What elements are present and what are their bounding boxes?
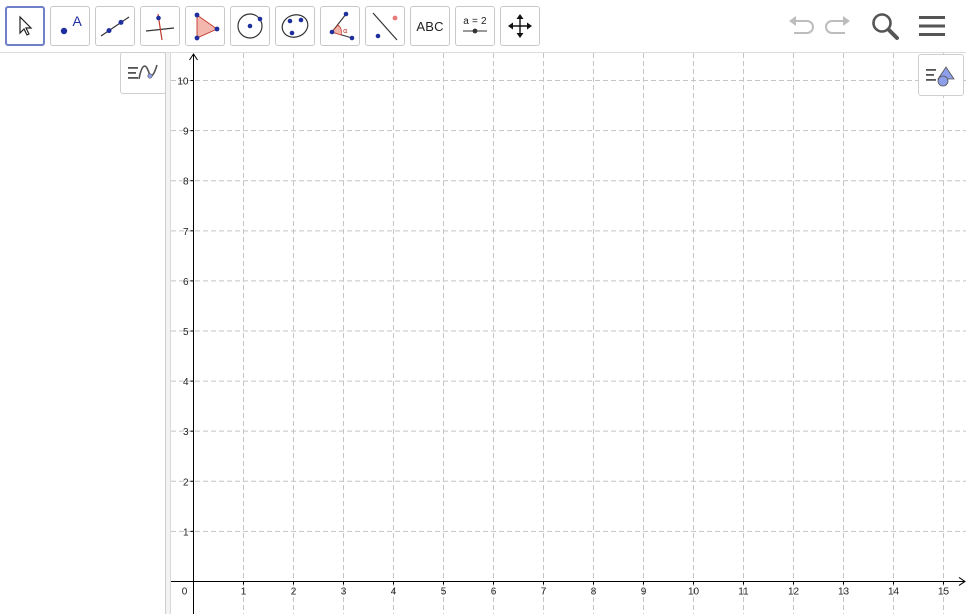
y-tick-label: 2 xyxy=(183,477,189,488)
undo-icon xyxy=(789,16,814,34)
text-tool-label: ABC xyxy=(416,18,444,34)
algebra-style-bar-icon xyxy=(128,64,158,80)
y-tick-label: 10 xyxy=(177,77,189,88)
slider-tool-label: a = 2 xyxy=(463,15,487,27)
graphics-style-bar-toggle[interactable] xyxy=(918,54,964,96)
x-tick-label: 9 xyxy=(641,586,647,597)
x-tick-label: 1 xyxy=(241,586,247,597)
move-graphics-view-tool-button[interactable] xyxy=(500,6,540,46)
menu-button[interactable] xyxy=(914,8,950,44)
x-tick-label: 2 xyxy=(291,586,297,597)
circle-center-point-icon xyxy=(237,13,263,39)
graphics-view[interactable]: 0 1 2 3 4 5 6 7 8 9 10 11 12 13 14 1512345678910 xyxy=(171,53,966,614)
x-tick-label: 3 xyxy=(341,586,347,597)
graphics-style-bar-icon xyxy=(926,66,955,87)
x-tick-label: 7 xyxy=(541,586,547,597)
x-tick-label: 13 xyxy=(838,586,850,597)
redo-icon xyxy=(825,16,850,34)
x-tick-label: 14 xyxy=(888,586,900,597)
redo-button[interactable] xyxy=(820,8,856,44)
x-tick-label: 10 xyxy=(688,586,700,597)
point-tool-button[interactable]: A xyxy=(50,6,90,46)
slider-tool-button[interactable]: a = 2 xyxy=(455,6,495,46)
slider-icon xyxy=(463,28,487,33)
circle-tool-button[interactable] xyxy=(230,6,270,46)
y-tick-label: 6 xyxy=(183,277,189,288)
x-tick-label: 8 xyxy=(591,586,597,597)
toolbar: A α ABC a = 2 xyxy=(0,0,966,53)
perpendicular-line-tool-button[interactable] xyxy=(140,6,180,46)
x-tick-label: 12 xyxy=(788,586,800,597)
polygon-tool-button[interactable] xyxy=(185,6,225,46)
x-tick-label: 15 xyxy=(938,586,950,597)
reflect-about-line-icon xyxy=(372,12,398,41)
algebra-view[interactable] xyxy=(0,53,166,614)
undo-button[interactable] xyxy=(783,8,819,44)
x-tick-label: 6 xyxy=(491,586,497,597)
search-icon xyxy=(872,13,899,40)
move-tool-button[interactable] xyxy=(5,6,45,46)
angle-icon: α xyxy=(329,11,355,41)
algebra-style-bar-toggle[interactable] xyxy=(120,52,166,94)
line-through-points-icon xyxy=(100,16,130,37)
line-tool-button[interactable] xyxy=(95,6,135,46)
move-arrows-icon xyxy=(508,14,532,38)
x-tick-label: 5 xyxy=(441,586,447,597)
point-tool-label: A xyxy=(72,13,82,29)
y-tick-label: 8 xyxy=(183,177,189,188)
cursor-arrow-icon xyxy=(19,15,33,36)
x-tick-label: 0 xyxy=(182,586,188,597)
y-tick-label: 5 xyxy=(183,327,189,338)
x-tick-label: 11 xyxy=(738,586,749,597)
menu-icon xyxy=(919,16,945,36)
y-tick-label: 7 xyxy=(183,227,189,238)
search-button[interactable] xyxy=(867,8,903,44)
svg-text:α: α xyxy=(343,27,348,35)
text-tool-button[interactable]: ABC xyxy=(410,6,450,46)
x-tick-label: 4 xyxy=(391,586,397,597)
y-tick-label: 9 xyxy=(183,127,189,138)
circle-through-points-icon xyxy=(281,14,309,38)
polygon-icon xyxy=(194,12,220,41)
reflect-tool-button[interactable] xyxy=(365,6,405,46)
perpendicular-line-icon xyxy=(145,13,175,41)
y-tick-label: 3 xyxy=(183,427,189,438)
conic-tool-button[interactable] xyxy=(275,6,315,46)
y-tick-label: 4 xyxy=(183,377,189,388)
y-tick-label: 1 xyxy=(183,527,189,538)
angle-tool-button[interactable]: α xyxy=(320,6,360,46)
